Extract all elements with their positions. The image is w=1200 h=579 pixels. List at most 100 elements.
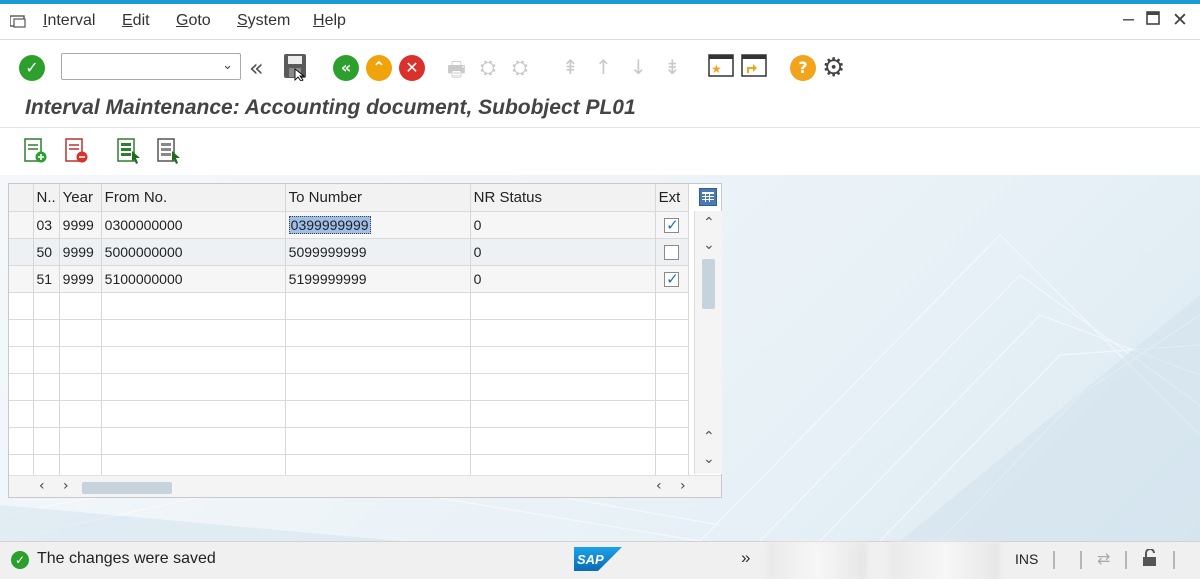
scroll-up-icon[interactable]: ⌃ (703, 215, 715, 231)
column-header-from-no[interactable]: From No. (101, 184, 286, 212)
column-header-nr-status[interactable]: NR Status (470, 184, 656, 212)
empty-cell[interactable] (101, 373, 286, 401)
menu-system[interactable]: System (237, 12, 290, 30)
empty-cell[interactable] (101, 427, 286, 455)
cell-from-no[interactable]: 5100000000 (101, 265, 286, 293)
empty-row[interactable] (9, 400, 689, 428)
menu-goto[interactable]: Goto (176, 12, 211, 30)
empty-cell[interactable] (59, 427, 102, 455)
scroll-down-icon[interactable]: ⌄ (703, 237, 715, 253)
client-info-field[interactable] (890, 542, 1000, 579)
empty-row[interactable] (9, 292, 689, 320)
empty-cell[interactable] (33, 292, 60, 320)
empty-row[interactable] (9, 346, 689, 374)
row-selector[interactable] (9, 373, 34, 401)
row-selector[interactable] (9, 427, 34, 455)
back-green-icon[interactable]: « (333, 55, 359, 81)
table-row[interactable]: 51 9999 5100000000 5199999999 0 (9, 265, 689, 293)
close-icon[interactable]: ✕ (1172, 9, 1188, 32)
empty-cell[interactable] (59, 400, 102, 428)
empty-cell[interactable] (285, 373, 471, 401)
empty-cell[interactable] (33, 346, 60, 374)
cell-year[interactable]: 9999 (59, 238, 102, 266)
status-message[interactable]: The changes were saved (37, 550, 216, 568)
column-header-ext[interactable]: Ext (655, 184, 689, 212)
empty-cell[interactable] (285, 427, 471, 455)
select-all-cell[interactable] (9, 184, 34, 212)
find-icon[interactable]: ⛭ (480, 55, 496, 79)
help-icon[interactable]: ? (790, 55, 816, 81)
settings-icon[interactable]: ⚙ (822, 53, 845, 83)
menu-help[interactable]: Help (313, 12, 346, 30)
empty-cell[interactable] (470, 373, 656, 401)
save-icon[interactable] (283, 53, 309, 81)
cell-from-no[interactable]: 5000000000 (101, 238, 286, 266)
cell-nr-status[interactable]: 0 (470, 238, 656, 266)
connection-icon[interactable]: ⇄ (1097, 549, 1110, 568)
delete-interval-icon[interactable] (64, 137, 90, 165)
empty-cell[interactable] (59, 373, 102, 401)
empty-cell[interactable] (655, 292, 689, 320)
empty-cell[interactable] (33, 427, 60, 455)
cell-n[interactable]: 51 (33, 265, 60, 293)
maximize-icon[interactable] (1146, 11, 1160, 30)
cell-from-no[interactable]: 0300000000 (101, 211, 286, 239)
print-icon[interactable]: 🖶 (447, 55, 466, 89)
cell-to-number[interactable]: 0399999999 (285, 211, 471, 239)
empty-cell[interactable] (285, 400, 471, 428)
scroll-page-down-icon[interactable]: ⌄ (703, 451, 715, 467)
vertical-scroll-thumb[interactable] (702, 259, 715, 309)
cell-year[interactable]: 9999 (59, 265, 102, 293)
empty-cell[interactable] (470, 400, 656, 428)
row-selector[interactable] (9, 292, 34, 320)
cell-n[interactable]: 50 (33, 238, 60, 266)
enter-icon[interactable]: ✓ (19, 55, 45, 81)
empty-cell[interactable] (285, 292, 471, 320)
ext-checkbox[interactable] (664, 216, 680, 234)
empty-cell[interactable] (655, 373, 689, 401)
empty-cell[interactable] (59, 319, 102, 347)
new-session-icon[interactable]: ★ (708, 53, 736, 79)
empty-cell[interactable] (33, 319, 60, 347)
scroll-right-end-icon[interactable]: › (680, 478, 686, 494)
scroll-left-icon[interactable]: ‹ (39, 478, 45, 494)
row-selector[interactable] (9, 265, 34, 293)
scroll-left-end-icon[interactable]: ‹ (656, 478, 662, 494)
column-header-year[interactable]: Year (59, 184, 102, 212)
cancel-icon[interactable]: ✕ (399, 55, 425, 81)
vertical-scrollbar[interactable]: ⌃ ⌄ ⌃ ⌄ (694, 211, 722, 474)
ext-checkbox[interactable] (664, 270, 680, 288)
empty-cell[interactable] (470, 346, 656, 374)
command-field[interactable]: ⌄ (61, 53, 241, 80)
selected-text[interactable]: 0399999999 (288, 215, 371, 234)
empty-cell[interactable] (59, 346, 102, 374)
empty-cell[interactable] (101, 319, 286, 347)
empty-row[interactable] (9, 319, 689, 347)
empty-cell[interactable] (655, 427, 689, 455)
empty-cell[interactable] (655, 400, 689, 428)
column-header-n[interactable]: N.. (33, 184, 60, 212)
table-row[interactable]: 50 9999 5000000000 5099999999 0 (9, 238, 689, 266)
scroll-page-up-icon[interactable]: ⌃ (703, 429, 715, 445)
lock-icon[interactable] (1142, 548, 1158, 571)
insert-interval-icon[interactable] (23, 137, 49, 165)
empty-cell[interactable] (285, 346, 471, 374)
last-page-icon[interactable]: ⇟ (664, 55, 681, 79)
horizontal-scrollbar[interactable]: ‹ › ‹ › (9, 475, 721, 497)
empty-cell[interactable] (470, 319, 656, 347)
empty-row[interactable] (9, 373, 689, 401)
empty-cell[interactable] (101, 346, 286, 374)
row-selector[interactable] (9, 400, 34, 428)
cell-nr-status[interactable]: 0 (470, 265, 656, 293)
first-page-icon[interactable]: ⇞ (562, 55, 579, 79)
insert-mode[interactable]: INS (1015, 551, 1038, 567)
shortcut-icon[interactable] (741, 53, 769, 79)
system-info-field[interactable] (767, 542, 867, 579)
empty-cell[interactable] (101, 292, 286, 320)
table-row[interactable]: 03 9999 0300000000 0399999999 0 (9, 211, 689, 239)
back-icon[interactable]: « (249, 54, 264, 82)
status-expand-icon[interactable]: » (741, 548, 750, 568)
empty-cell[interactable] (59, 292, 102, 320)
menu-app-icon[interactable] (10, 15, 26, 28)
cell-to-number[interactable]: 5099999999 (285, 238, 471, 266)
